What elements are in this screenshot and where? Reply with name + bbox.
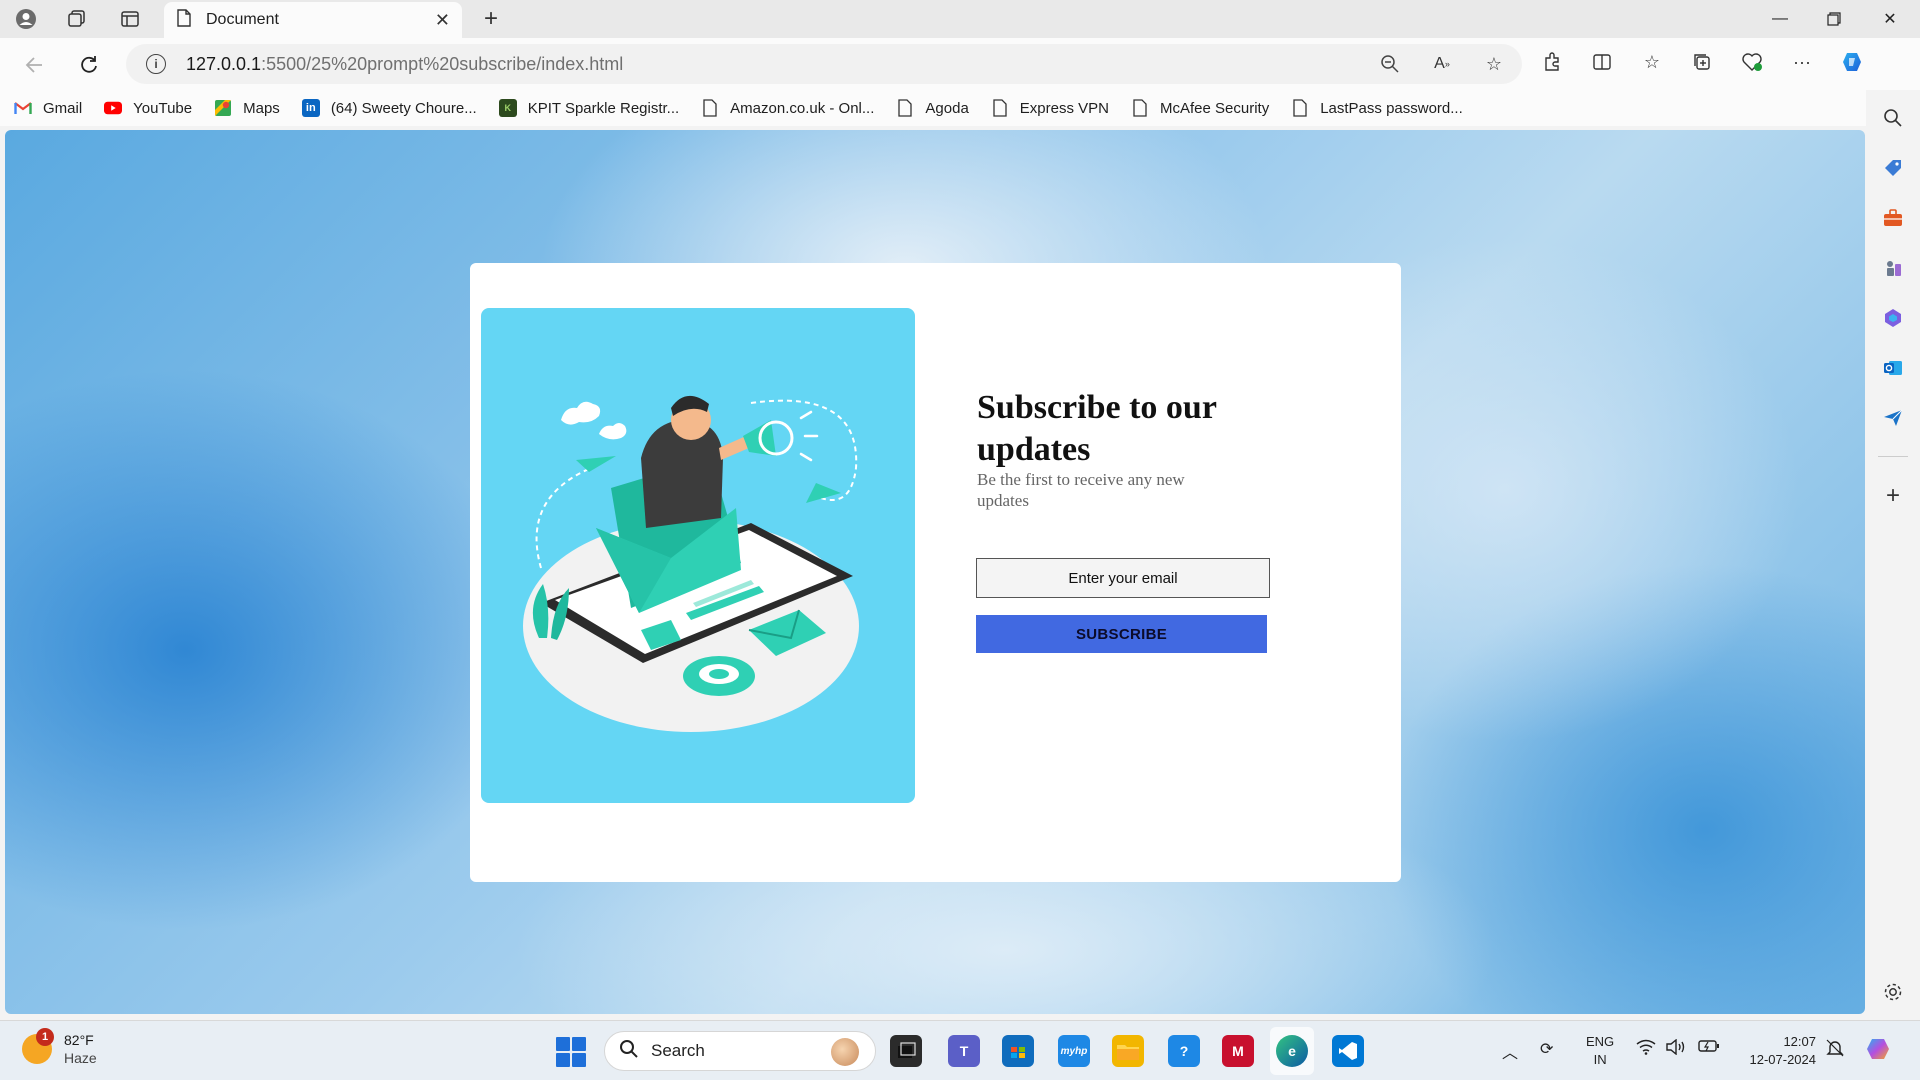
subscribe-button[interactable]: SUBSCRIBE: [976, 615, 1267, 653]
copilot-preview-icon[interactable]: [1864, 1035, 1892, 1068]
outlook-icon[interactable]: [1879, 354, 1907, 382]
address-bar[interactable]: i 127.0.0.1:5500/25%20prompt%20subscribe…: [126, 44, 1522, 84]
youtube-icon: [104, 99, 123, 117]
help-icon[interactable]: ?: [1168, 1035, 1200, 1067]
weather-condition: Haze: [64, 1050, 97, 1066]
copilot-icon[interactable]: [1840, 50, 1864, 74]
url-path: :5500/25%20prompt%20subscribe/index.html: [261, 53, 624, 74]
weather-widget[interactable]: 1 82°F Haze: [22, 1028, 97, 1067]
subscribe-text-block: Subscribe to our updates Be the first to…: [977, 387, 1277, 511]
microsoft-365-icon[interactable]: [1879, 304, 1907, 332]
subscribe-card: Subscribe to our updates Be the first to…: [470, 263, 1401, 882]
notifications-bell-icon[interactable]: [1826, 1039, 1844, 1062]
extensions-icon[interactable]: [1540, 50, 1564, 74]
zoom-icon[interactable]: [1378, 52, 1402, 76]
favorite-star-icon[interactable]: ☆: [1482, 52, 1506, 76]
email-field[interactable]: [976, 558, 1270, 598]
show-hidden-icons-icon[interactable]: ︿: [1502, 1039, 1518, 1063]
linkedin-icon: in: [301, 99, 320, 117]
back-button[interactable]: [18, 48, 52, 82]
add-icon[interactable]: +: [1879, 482, 1907, 510]
system-clock[interactable]: 12:07 12-07-2024: [1740, 1033, 1817, 1069]
bookmark-lastpass[interactable]: LastPass password...: [1291, 99, 1463, 117]
tab-title: Document: [206, 11, 279, 28]
file-explorer-icon[interactable]: [1112, 1035, 1144, 1067]
restore-button[interactable]: [1806, 2, 1862, 36]
bookmark-expressvpn[interactable]: Express VPN: [991, 99, 1109, 117]
language-indicator[interactable]: ENG IN: [1586, 1033, 1614, 1069]
sidebar-divider: [1878, 456, 1908, 457]
taskbar-search-label: Search: [651, 1041, 705, 1060]
bookmark-kpit[interactable]: K KPIT Sparkle Registr...: [498, 99, 679, 117]
maps-icon: [214, 99, 232, 117]
windows-taskbar: 1 82°F Haze Search T myhp ? M e ︿ ⟳ ENG …: [0, 1020, 1920, 1080]
favorites-icon[interactable]: ☆: [1640, 50, 1664, 74]
search-icon[interactable]: [1879, 104, 1907, 132]
bookmark-gmail[interactable]: Gmail: [14, 99, 82, 117]
games-icon[interactable]: [1879, 254, 1907, 282]
taskbar-search[interactable]: Search: [604, 1031, 876, 1071]
vscode-icon[interactable]: [1332, 1035, 1364, 1067]
url-host: 127.0.0.1: [186, 53, 262, 74]
mcafee-icon[interactable]: M: [1222, 1035, 1254, 1067]
bookmark-agoda[interactable]: Agoda: [896, 99, 969, 117]
more-options-icon[interactable]: ···: [1790, 50, 1814, 74]
close-window-button[interactable]: ✕: [1862, 2, 1918, 36]
bookmark-youtube[interactable]: YouTube: [104, 99, 192, 117]
task-view-icon[interactable]: [890, 1035, 922, 1067]
site-info-icon[interactable]: i: [146, 54, 166, 74]
microsoft-store-icon[interactable]: [1002, 1035, 1034, 1067]
myhp-icon[interactable]: myhp: [1058, 1035, 1090, 1067]
weather-temperature: 82°F: [64, 1032, 94, 1048]
vertical-tabs-icon[interactable]: [114, 4, 146, 34]
send-icon[interactable]: [1879, 404, 1907, 432]
search-highlight-icon: [831, 1038, 859, 1066]
minimize-button[interactable]: —: [1752, 2, 1808, 36]
bookmarks-bar: Gmail YouTube Maps in (64) Sweety Choure…: [0, 90, 1880, 126]
battery-icon[interactable]: [1698, 1039, 1720, 1058]
page-icon: [896, 99, 914, 117]
weather-badge: 1: [36, 1028, 54, 1046]
profile-icon[interactable]: [10, 4, 42, 34]
close-tab-icon[interactable]: ✕: [435, 10, 450, 31]
edge-icon[interactable]: e: [1276, 1035, 1308, 1067]
page-icon: [701, 99, 719, 117]
newsletter-illustration: [481, 308, 915, 803]
split-screen-icon[interactable]: [1590, 50, 1614, 74]
page-viewport: Subscribe to our updates Be the first to…: [5, 130, 1865, 1014]
wifi-icon[interactable]: [1636, 1039, 1656, 1060]
settings-gear-icon[interactable]: [1879, 978, 1907, 1006]
new-tab-button[interactable]: +: [476, 4, 506, 34]
page-icon: [1131, 99, 1149, 117]
page-subtitle: Be the first to receive any new updates: [977, 470, 1185, 510]
workspaces-icon[interactable]: [61, 4, 93, 34]
bookmark-linkedin[interactable]: in (64) Sweety Choure...: [301, 99, 477, 117]
tab-document[interactable]: Document ✕: [164, 2, 462, 38]
collections-icon[interactable]: [1690, 50, 1714, 74]
edge-sidebar: +: [1866, 90, 1920, 1015]
page-title: Subscribe to our updates: [977, 389, 1217, 468]
tools-icon[interactable]: [1879, 204, 1907, 232]
sync-icon[interactable]: ⟳: [1540, 1039, 1553, 1059]
shopping-tag-icon[interactable]: [1879, 154, 1907, 182]
page-icon: [176, 8, 192, 32]
search-icon: [619, 1039, 639, 1064]
weather-sun-icon: 1: [22, 1028, 54, 1064]
kpit-icon: K: [498, 99, 517, 117]
bookmark-amazon[interactable]: Amazon.co.uk - Onl...: [701, 99, 874, 117]
page-icon: [991, 99, 1009, 117]
volume-icon[interactable]: [1666, 1038, 1686, 1060]
teams-icon[interactable]: T: [948, 1035, 980, 1067]
gmail-icon: [14, 99, 32, 117]
bookmark-maps[interactable]: Maps: [214, 99, 280, 117]
page-icon: [1291, 99, 1309, 117]
windows-start-icon[interactable]: [556, 1037, 586, 1067]
refresh-button[interactable]: [72, 48, 106, 82]
read-aloud-icon[interactable]: A»: [1430, 52, 1454, 76]
title-bar: Document ✕ + — ✕: [0, 0, 1920, 38]
address-toolbar: i 127.0.0.1:5500/25%20prompt%20subscribe…: [0, 38, 1920, 90]
bookmark-mcafee[interactable]: McAfee Security: [1131, 99, 1269, 117]
browser-essentials-icon[interactable]: [1740, 50, 1764, 74]
